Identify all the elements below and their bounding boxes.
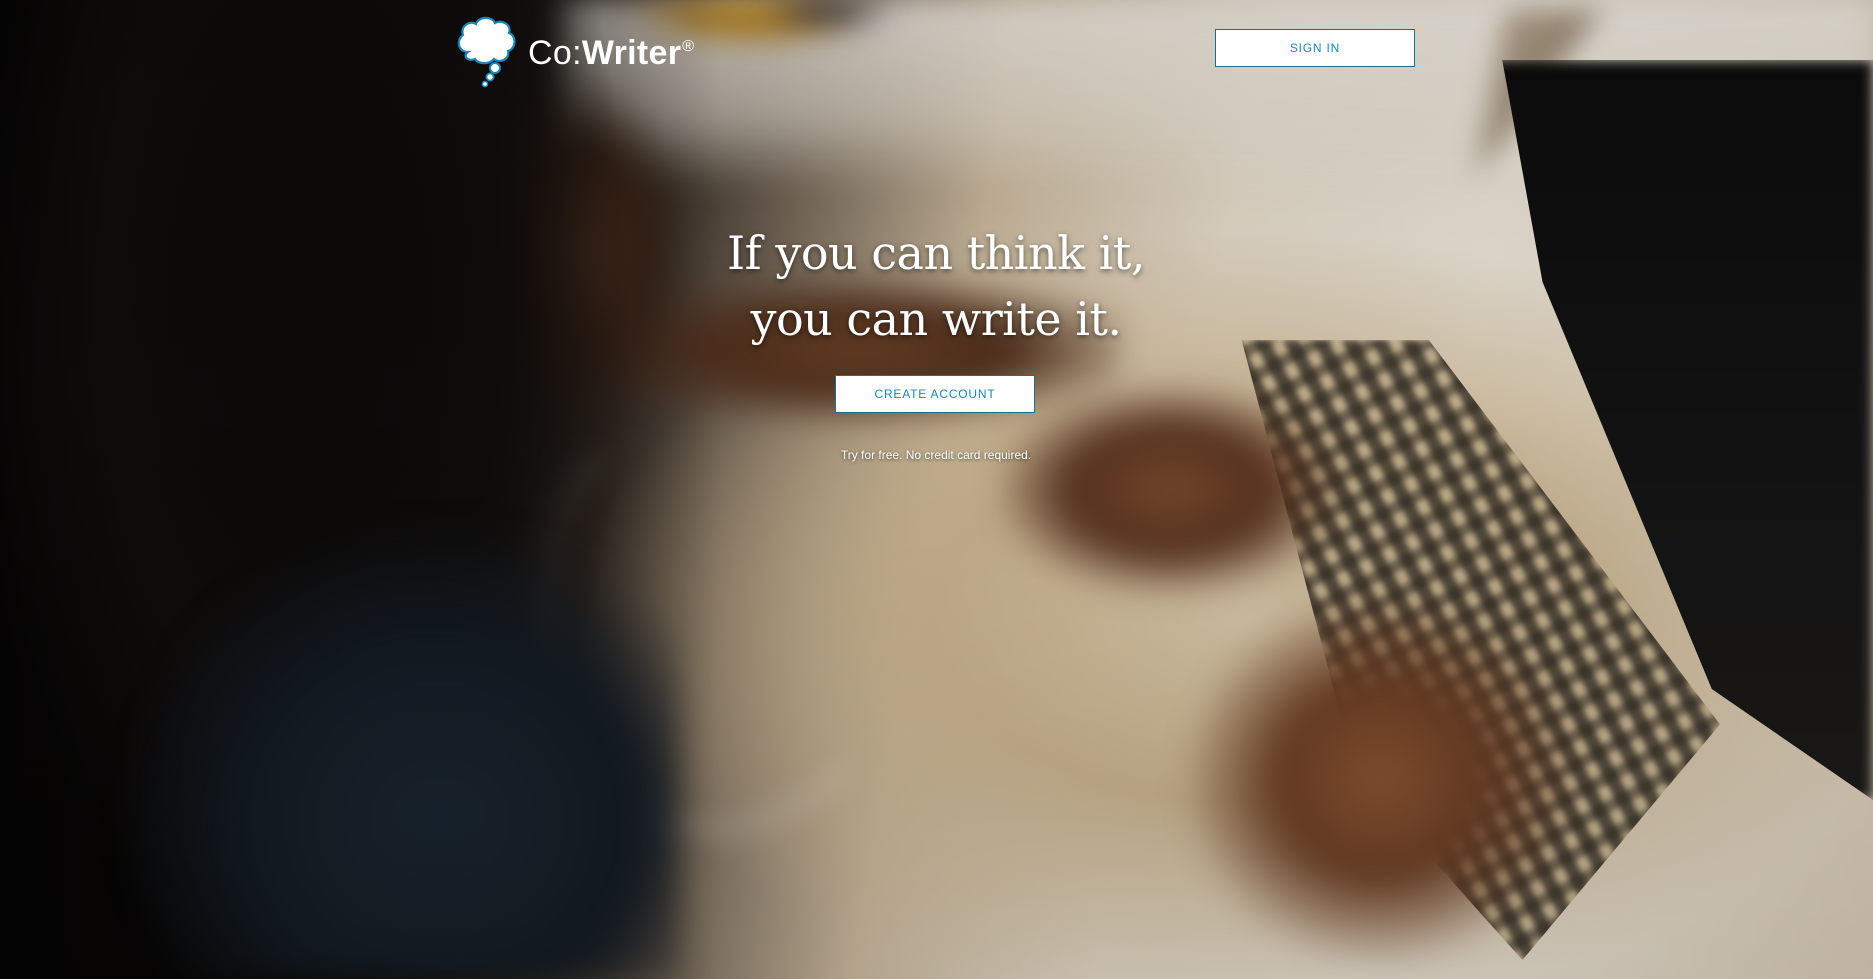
landing-page: Co:Writer® SIGN IN If you can think it, … — [0, 0, 1873, 979]
brand-prefix: Co: — [528, 33, 582, 72]
brand-logo[interactable]: Co:Writer® — [454, 14, 694, 88]
free-trial-tagline: Try for free. No credit card required. — [840, 448, 1032, 462]
thought-bubble-icon — [457, 16, 516, 88]
hero-headline: If you can think it, you can write it. — [636, 220, 1236, 352]
hero-headline-line-2: you can write it. — [750, 292, 1122, 346]
sign-in-button[interactable]: SIGN IN — [1215, 29, 1415, 67]
brand-wordmark: Co:Writer® — [528, 34, 694, 73]
create-account-button[interactable]: CREATE ACCOUNT — [835, 375, 1035, 413]
hero-headline-line-1: If you can think it, — [727, 226, 1145, 280]
brand-name: Writer — [581, 33, 682, 72]
registered-mark: ® — [682, 37, 695, 55]
background-overlay — [0, 0, 1873, 979]
